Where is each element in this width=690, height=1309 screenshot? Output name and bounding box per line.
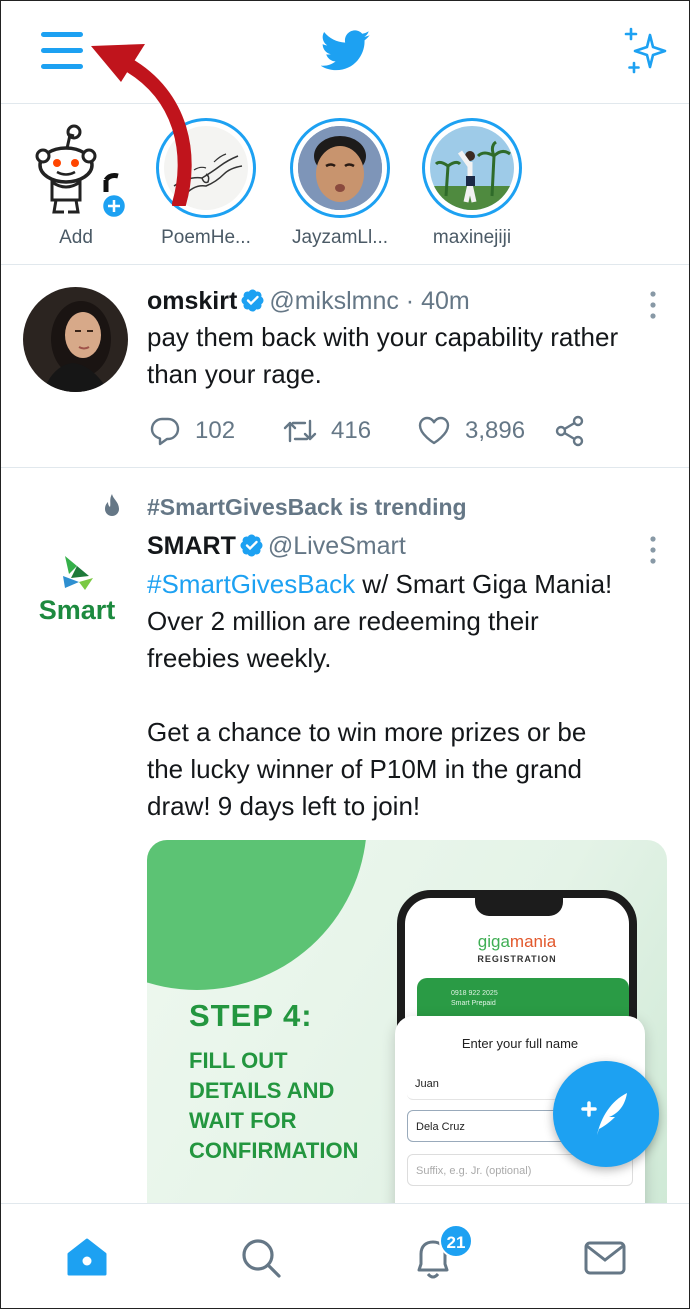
search-tab-icon[interactable] bbox=[237, 1234, 285, 1282]
fleet-poemhe[interactable]: PoemHe... bbox=[151, 118, 261, 249]
notifications-badge: 21 bbox=[439, 1224, 473, 1258]
tweet-text-line: pay them back with your capability rathe… bbox=[147, 322, 619, 352]
step-description: FILL OUT DETAILS AND WAIT FOR CONFIRMATI… bbox=[189, 1046, 358, 1166]
feather-plus-icon bbox=[581, 1093, 627, 1135]
tweet-header: SMART @LiveSmart bbox=[147, 532, 406, 561]
tweet-omskirt[interactable]: omskirt @mikslmnc · 40m pay them back wit… bbox=[1, 265, 689, 468]
tweet-handle[interactable]: @LiveSmart bbox=[268, 532, 406, 560]
fleet-ring bbox=[422, 118, 522, 218]
app-name-part: giga bbox=[477, 932, 510, 951]
tweet-text-line: #SmartGivesBack w/ Smart Giga Mania! bbox=[147, 566, 612, 603]
more-options-icon[interactable] bbox=[643, 289, 663, 321]
tweet-actions: 102 416 3,896 bbox=[147, 413, 607, 449]
card-sub: Smart Prepaid bbox=[451, 1000, 496, 1007]
tweet-author-name[interactable]: SMART bbox=[147, 532, 236, 560]
fleet-ring bbox=[290, 118, 390, 218]
tweet-text-fragment: w/ Smart Giga Mania! bbox=[355, 569, 613, 599]
decorative-blob bbox=[147, 840, 367, 990]
step-line: CONFIRMATION bbox=[189, 1138, 359, 1163]
share-icon bbox=[555, 415, 584, 447]
card-number: 0918 922 2025 bbox=[451, 990, 498, 997]
heart-icon bbox=[418, 416, 450, 445]
share-button[interactable] bbox=[553, 413, 601, 449]
maxinejiji-avatar-image bbox=[430, 126, 514, 210]
smart-logo-avatar[interactable]: Smart bbox=[27, 552, 127, 625]
compose-tweet-button[interactable] bbox=[553, 1061, 659, 1167]
fleet-label-jayzam: JayzamLl... bbox=[291, 227, 389, 248]
hashtag-link[interactable]: #SmartGivesBack bbox=[147, 569, 355, 599]
bottom-nav: 21 bbox=[1, 1203, 689, 1308]
twitter-bird-logo-icon[interactable] bbox=[320, 29, 371, 73]
smart-logo-text: Smart bbox=[39, 595, 116, 624]
form-title: Enter your full name bbox=[461, 1036, 579, 1051]
tweet-text-line: draw! 9 days left to join! bbox=[147, 791, 421, 821]
reply-button[interactable]: 102 bbox=[149, 413, 235, 449]
jayzam-avatar-image bbox=[298, 126, 382, 210]
tweet-text: pay them back with your capability rathe… bbox=[147, 319, 618, 393]
tweet-text-line: than your rage. bbox=[147, 359, 322, 389]
trending-label[interactable]: #SmartGivesBack is trending bbox=[147, 494, 467, 521]
step-title: STEP 4: bbox=[189, 998, 313, 1033]
app-name-part: mania bbox=[509, 932, 557, 951]
like-count: 3,896 bbox=[465, 417, 526, 444]
tweet-text-line: freebies weekly. bbox=[147, 643, 332, 673]
verified-badge-icon bbox=[240, 534, 263, 557]
meta-separator: · bbox=[398, 287, 422, 315]
retweet-button[interactable]: 416 bbox=[283, 413, 371, 449]
tweet-header: omskirt @mikslmnc · 40m bbox=[147, 287, 470, 316]
phone-notch bbox=[475, 896, 563, 916]
step-line: DETAILS AND bbox=[189, 1078, 335, 1103]
pinky-promise-sketch-image bbox=[164, 126, 248, 210]
tweet-text: #SmartGivesBack w/ Smart Giga Mania! Ove… bbox=[147, 566, 612, 825]
fleet-label-poemhe: PoemHe... bbox=[161, 227, 251, 248]
retweet-icon bbox=[283, 419, 317, 443]
sparkle-top-tweets-icon[interactable] bbox=[621, 27, 671, 77]
home-tab-icon[interactable] bbox=[63, 1234, 111, 1282]
add-fleet-button[interactable]: Add bbox=[21, 118, 131, 249]
tweet-text-line: Get a chance to win more prizes or be bbox=[147, 717, 587, 747]
reply-icon bbox=[150, 417, 180, 446]
registration-label: REGISTRATION bbox=[477, 954, 557, 964]
app-screen: Add PoemHe... JayzamLl... maxinejiji oms… bbox=[0, 0, 690, 1309]
retweet-count: 416 bbox=[331, 417, 372, 444]
hamburger-menu-icon[interactable] bbox=[37, 29, 89, 73]
fleet-maxinejiji[interactable]: maxinejiji bbox=[417, 118, 527, 249]
tweet-author-name[interactable]: omskirt bbox=[147, 287, 237, 315]
step-line: FILL OUT bbox=[189, 1048, 288, 1073]
tweet-handle[interactable]: @mikslmnc bbox=[269, 287, 399, 315]
fleet-jayzam[interactable]: JayzamLl... bbox=[285, 118, 395, 249]
trending-flame-icon bbox=[105, 494, 119, 516]
tweet-text-line: Over 2 million are redeeming their bbox=[147, 606, 539, 636]
step-line: WAIT FOR bbox=[189, 1108, 297, 1133]
reddit-avatar-icon bbox=[26, 118, 128, 220]
gigamania-logo: gigamania bbox=[405, 932, 629, 952]
verified-badge-icon bbox=[241, 289, 264, 312]
step-caption: STEP 4: FILL OUT DETAILS AND WAIT FOR CO… bbox=[189, 998, 358, 1166]
tweet-text-line: the lucky winner of P10M in the grand bbox=[147, 754, 583, 784]
fleet-ring bbox=[156, 118, 256, 218]
omskirt-avatar[interactable] bbox=[23, 287, 128, 392]
reply-count: 102 bbox=[195, 417, 236, 444]
top-bar bbox=[1, 1, 689, 104]
messages-tab-icon[interactable] bbox=[581, 1234, 629, 1282]
fleet-label-add: Add bbox=[59, 227, 93, 248]
fleet-label-maxinejiji: maxinejiji bbox=[432, 227, 512, 248]
like-button[interactable]: 3,896 bbox=[417, 413, 525, 449]
tweet-time[interactable]: 40m bbox=[421, 287, 470, 315]
fleets-row: Add PoemHe... JayzamLl... maxinejiji bbox=[1, 104, 689, 265]
more-options-icon[interactable] bbox=[643, 534, 663, 566]
